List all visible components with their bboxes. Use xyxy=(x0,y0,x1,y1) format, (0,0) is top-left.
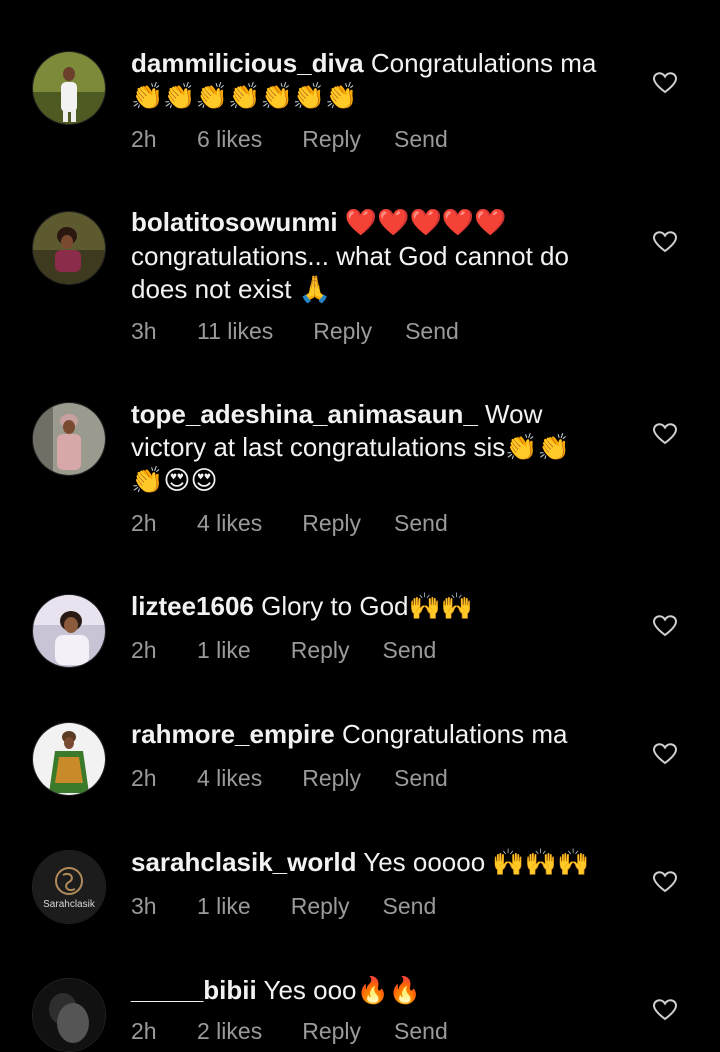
like-heart-icon[interactable] xyxy=(653,72,677,94)
comment-time: 2h xyxy=(131,510,157,536)
comment-time: 3h xyxy=(131,893,157,919)
comment-body: congratulations... what God cannot do xyxy=(131,241,569,271)
comment-emoji-line: 👏😍😍 xyxy=(131,466,218,496)
avatar[interactable] xyxy=(32,978,106,1052)
comment-likes[interactable]: 1 like xyxy=(197,637,251,664)
comment-body: victory at last congratulations sis👏👏 xyxy=(131,432,571,462)
comment-meta: 3h 11 likes Reply Send xyxy=(131,318,459,345)
send-button[interactable]: Send xyxy=(394,765,448,792)
like-heart-icon[interactable] xyxy=(653,871,677,893)
like-heart-icon[interactable] xyxy=(653,423,677,445)
comment-time: 2h xyxy=(131,765,157,791)
comment-emoji-line: 👏👏👏👏👏👏👏 xyxy=(131,82,358,112)
comment-meta: 2h 6 likes Reply Send xyxy=(131,126,448,153)
comment-body: Yes ooo🔥🔥 xyxy=(263,975,422,1005)
reply-button[interactable]: Reply xyxy=(313,318,372,345)
like-heart-icon[interactable] xyxy=(653,615,677,637)
reply-button[interactable]: Reply xyxy=(291,637,350,664)
send-button[interactable]: Send xyxy=(394,126,448,153)
comment-body: Yes ooooo 🙌🙌🙌 xyxy=(363,847,590,877)
reply-button[interactable]: Reply xyxy=(302,510,361,537)
comment-time: 3h xyxy=(131,318,157,344)
comment-likes[interactable]: 11 likes xyxy=(197,318,273,345)
comment-meta: 2h 4 likes Reply Send xyxy=(131,510,448,537)
avatar[interactable] xyxy=(32,722,106,796)
comment-time: 2h xyxy=(131,637,157,663)
avatar[interactable] xyxy=(32,402,106,476)
comment-username[interactable]: liztee1606 xyxy=(131,591,254,621)
avatar[interactable] xyxy=(32,51,106,125)
comment-emoji: ❤️❤️❤️❤️❤️ xyxy=(344,208,507,238)
reply-button[interactable]: Reply xyxy=(302,1018,361,1045)
comment-likes[interactable]: 6 likes xyxy=(197,126,262,153)
comment-username[interactable]: bolatitosowunmi xyxy=(131,207,338,237)
comment-text: bolatitosowunmi ❤️❤️❤️❤️❤️ congratulatio… xyxy=(131,206,621,306)
comment-meta: 2h 1 like Reply Send xyxy=(131,637,436,664)
comment-text: rahmore_empire Congratulations ma xyxy=(131,718,621,751)
comment-text: tope_adeshina_animasaun_ Wow victory at … xyxy=(131,398,621,498)
comment-meta: 2h 4 likes Reply Send xyxy=(131,765,448,792)
send-button[interactable]: Send xyxy=(383,637,437,664)
reply-button[interactable]: Reply xyxy=(302,126,361,153)
like-heart-icon[interactable] xyxy=(653,743,677,765)
comment-body: Congratulations ma xyxy=(342,719,568,749)
comment-text: _____bibii Yes ooo🔥🔥 xyxy=(131,974,621,1007)
comment-time: 2h xyxy=(131,126,157,152)
send-button[interactable]: Send xyxy=(383,893,437,920)
send-button[interactable]: Send xyxy=(394,510,448,537)
avatar[interactable]: Sarahclasik xyxy=(32,850,106,924)
like-heart-icon[interactable] xyxy=(653,231,677,253)
comment-likes[interactable]: 4 likes xyxy=(197,510,262,537)
avatar[interactable] xyxy=(32,594,106,668)
comment-text: liztee1606 Glory to God🙌🙌 xyxy=(131,590,621,623)
send-button[interactable]: Send xyxy=(394,1018,448,1045)
comment-meta: 3h 1 like Reply Send xyxy=(131,893,436,920)
comment-username[interactable]: sarahclasik_world xyxy=(131,847,356,877)
comment-username[interactable]: _____bibii xyxy=(131,975,257,1005)
comment-username[interactable]: dammilicious_diva xyxy=(131,48,364,78)
comment-likes[interactable]: 1 like xyxy=(197,893,251,920)
comment-body: Wow xyxy=(485,399,543,429)
comment-likes[interactable]: 4 likes xyxy=(197,765,262,792)
comment-text: dammilicious_diva Congratulations ma 👏👏👏… xyxy=(131,47,621,114)
reply-button[interactable]: Reply xyxy=(302,765,361,792)
comment-likes[interactable]: 2 likes xyxy=(197,1018,262,1045)
avatar-logo-text: Sarahclasik xyxy=(43,899,96,910)
comment-body: Glory to God🙌🙌 xyxy=(261,591,474,621)
comment-body: Congratulations ma xyxy=(370,48,597,78)
like-heart-icon[interactable] xyxy=(653,999,677,1021)
avatar[interactable] xyxy=(32,211,106,285)
comment-text: sarahclasik_world Yes ooooo 🙌🙌🙌 xyxy=(131,846,621,879)
reply-button[interactable]: Reply xyxy=(291,893,350,920)
send-button[interactable]: Send xyxy=(405,318,459,345)
comment-time: 2h xyxy=(131,1018,157,1044)
comment-username[interactable]: rahmore_empire xyxy=(131,719,335,749)
comment-username[interactable]: tope_adeshina_animasaun_ xyxy=(131,399,478,429)
comment-body: does not exist 🙏 xyxy=(131,274,332,304)
comment-meta: 2h 2 likes Reply Send xyxy=(131,1018,448,1045)
